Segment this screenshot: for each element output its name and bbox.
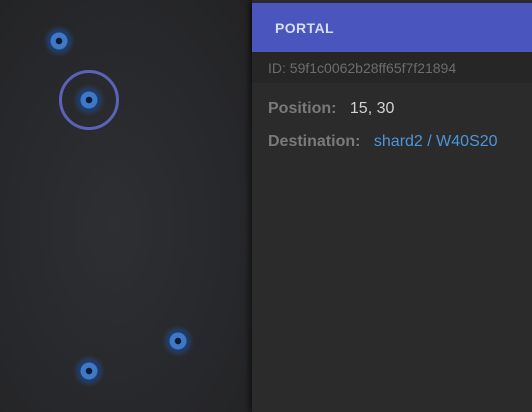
position-row: Position: 15, 30: [268, 100, 394, 118]
position-value: 15, 30: [349, 100, 395, 117]
destination-link[interactable]: shard2 / W40S20: [374, 133, 498, 150]
destination-label: Destination:: [268, 133, 361, 150]
portal-icon[interactable]: [77, 359, 101, 383]
position-label: Position:: [268, 100, 337, 117]
panel-title: PORTAL: [252, 3, 532, 52]
selection-ring: [59, 70, 119, 130]
destination-row: Destination: shard2 / W40S20: [268, 133, 498, 151]
portal-icon[interactable]: [47, 29, 71, 53]
object-id: ID: 59f1c0062b28ff65f7f21894: [252, 52, 532, 83]
room-map[interactable]: [0, 0, 252, 412]
object-details-panel: PORTAL ID: 59f1c0062b28ff65f7f21894 Posi…: [252, 0, 532, 412]
portal-icon[interactable]: [166, 329, 190, 353]
